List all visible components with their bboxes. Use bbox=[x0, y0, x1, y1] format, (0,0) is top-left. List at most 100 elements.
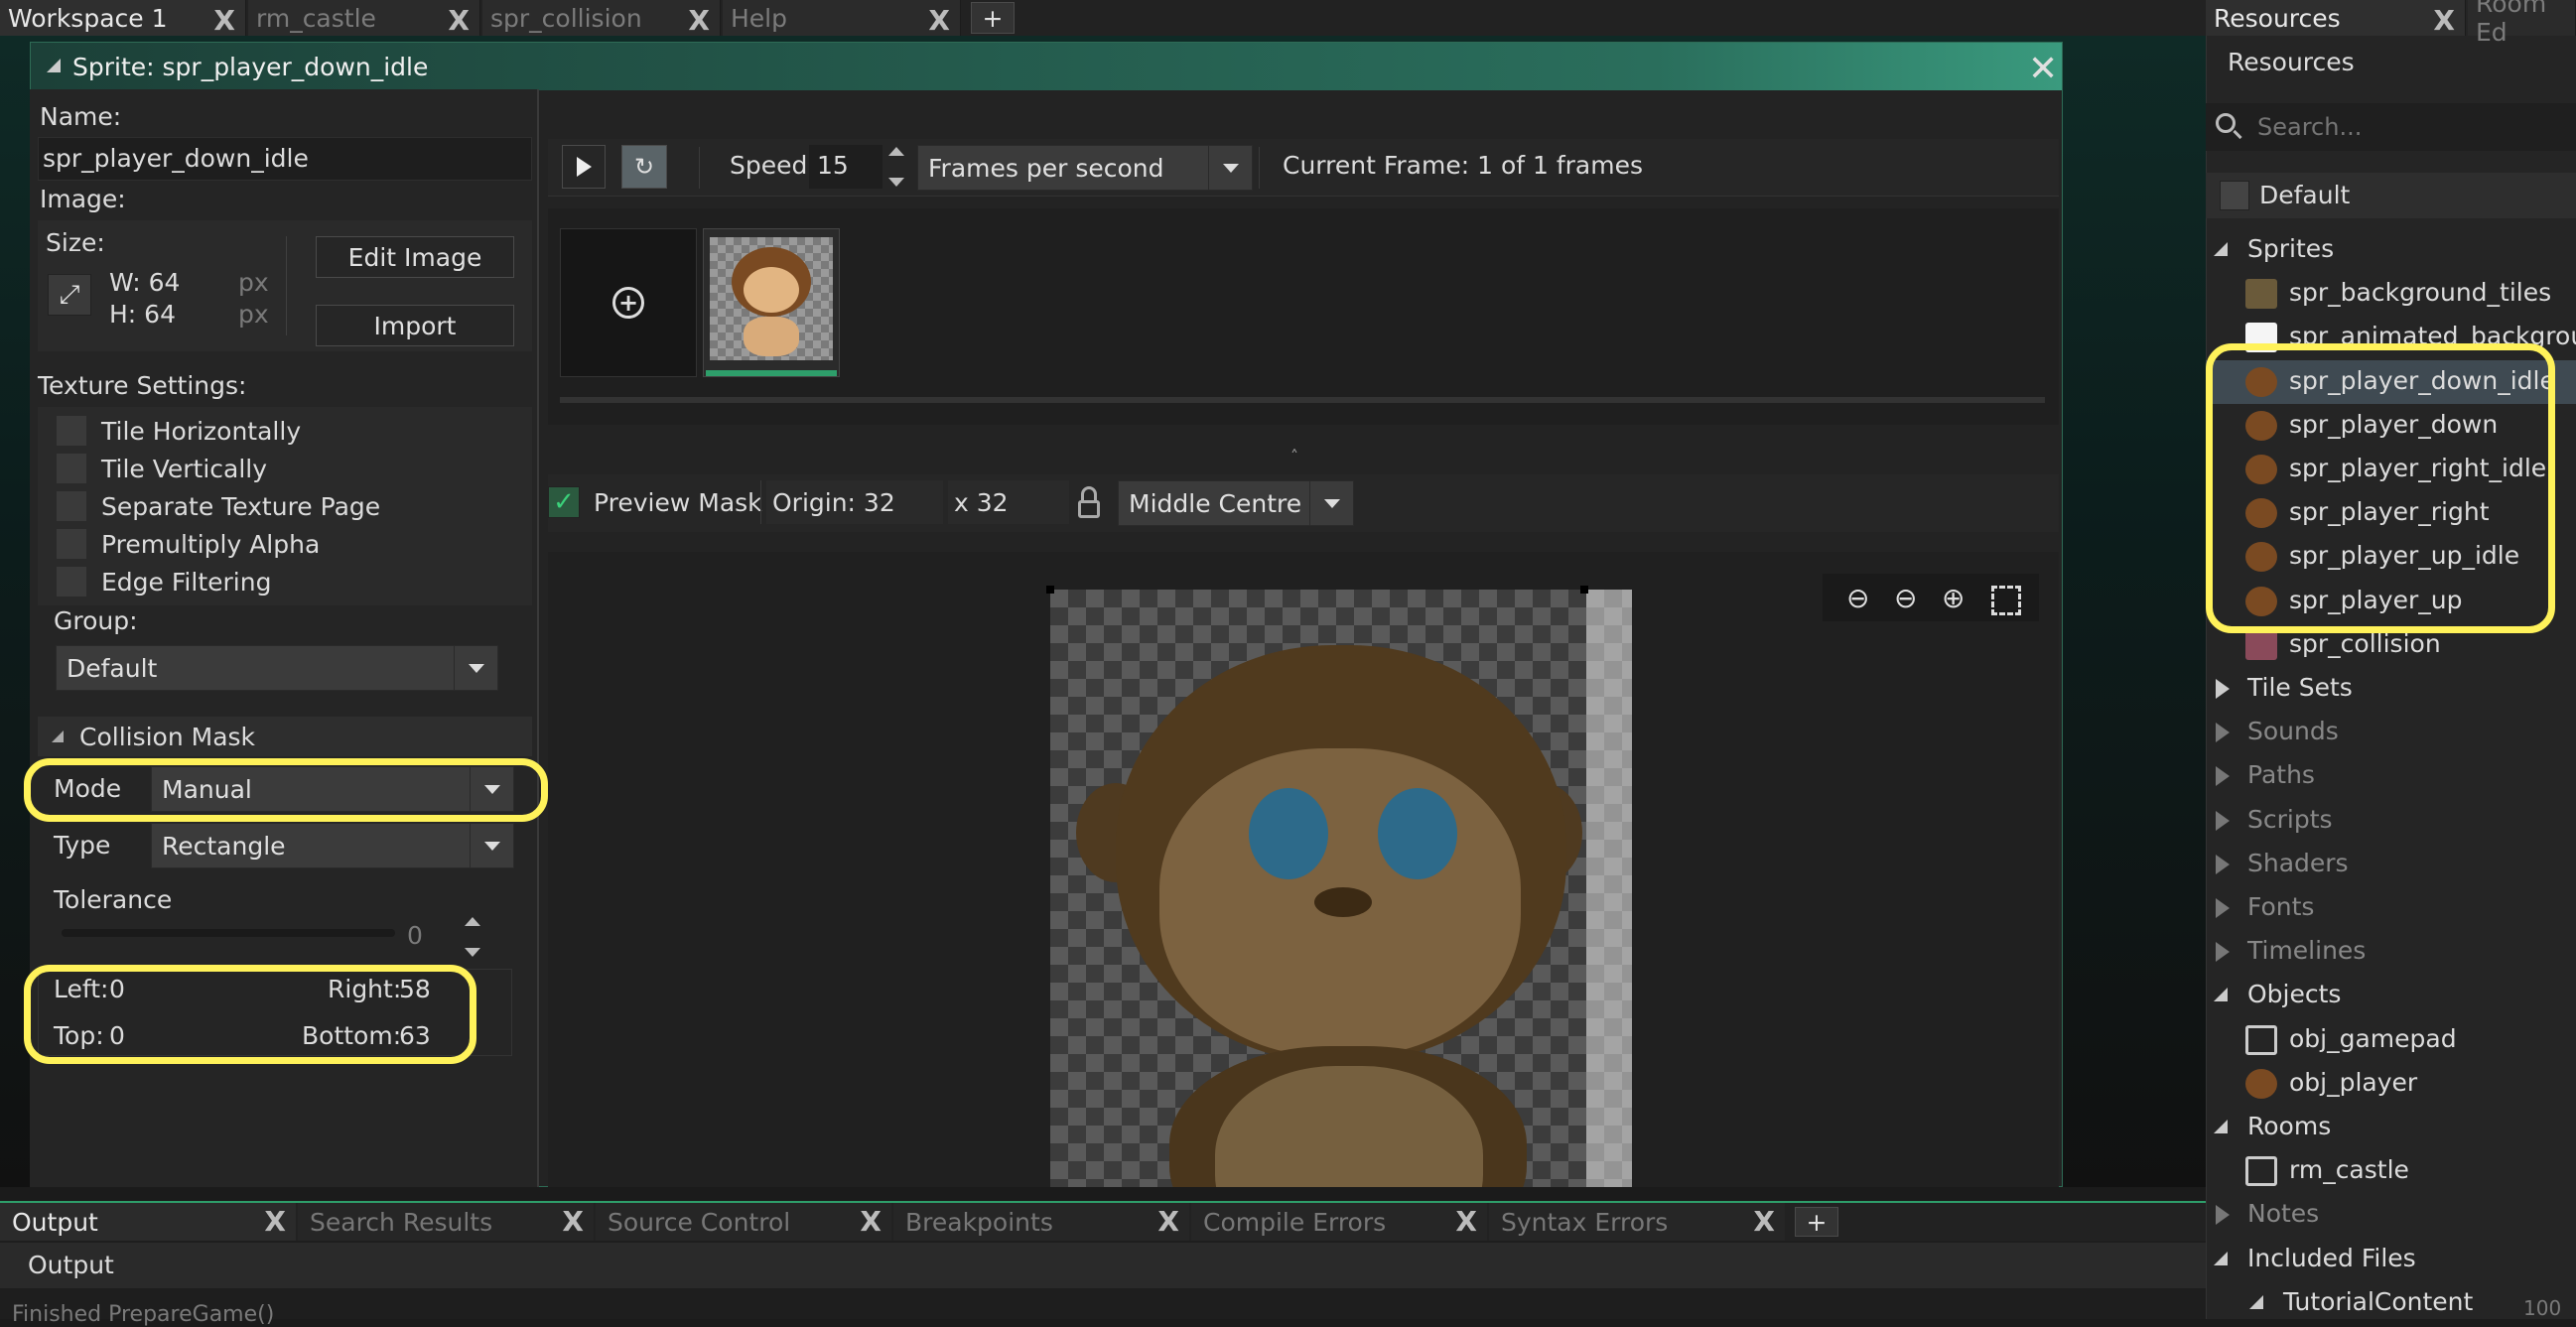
type-dropdown[interactable]: Rectangle bbox=[151, 823, 514, 868]
collapsed-arrow-icon[interactable] bbox=[2216, 679, 2230, 699]
down-arrow-icon[interactable] bbox=[888, 178, 904, 187]
collapsed-arrow-icon[interactable] bbox=[2216, 766, 2230, 787]
collapsed-arrow-icon[interactable] bbox=[2216, 723, 2230, 743]
tab-room-editor[interactable]: Room Ed bbox=[2468, 0, 2576, 47]
tolerance-slider[interactable] bbox=[62, 929, 395, 937]
speed-input[interactable]: 15 bbox=[809, 145, 882, 189]
collapsed-arrow-icon[interactable] bbox=[2216, 810, 2230, 831]
close-window-icon[interactable]: ✕ bbox=[2028, 49, 2058, 89]
import-button[interactable]: Import bbox=[316, 305, 514, 346]
premultiply-alpha-checkbox[interactable] bbox=[56, 528, 87, 560]
origin-preset-dropdown[interactable]: Middle Centre bbox=[1118, 480, 1354, 526]
close-icon[interactable]: X bbox=[213, 4, 235, 37]
output-tab[interactable]: Source Control X bbox=[596, 1203, 891, 1241]
close-icon[interactable]: X bbox=[1753, 1205, 1775, 1238]
add-output-tab-button[interactable]: + bbox=[1795, 1207, 1838, 1237]
filter-value: Default bbox=[2259, 181, 2351, 209]
close-icon[interactable]: X bbox=[2433, 4, 2455, 37]
tree-row[interactable]: TutorialContent bbox=[2206, 1281, 2576, 1319]
tolerance-value[interactable]: 0 bbox=[407, 921, 423, 950]
separate-texture-page-checkbox[interactable] bbox=[56, 490, 87, 522]
tree-row[interactable]: Fonts bbox=[2206, 886, 2576, 930]
tree-row[interactable]: Shaders bbox=[2206, 843, 2576, 886]
sprite-canvas[interactable]: ⊖ ⊖ ⊕ bbox=[548, 552, 2059, 1187]
expanded-arrow-icon[interactable] bbox=[2214, 1251, 2228, 1265]
filter-row[interactable]: Default bbox=[2206, 173, 2576, 218]
frame-thumbnail[interactable] bbox=[703, 228, 840, 377]
tree-row[interactable]: Included Files bbox=[2206, 1238, 2576, 1281]
down-arrow-icon[interactable] bbox=[465, 948, 480, 957]
edge-filtering-checkbox[interactable] bbox=[56, 566, 87, 597]
tab-spr-collision[interactable]: spr_collision X bbox=[482, 0, 721, 37]
play-button[interactable] bbox=[562, 145, 606, 189]
close-icon[interactable]: X bbox=[562, 1205, 584, 1238]
tree-row[interactable]: spr_background_tiles bbox=[2206, 272, 2576, 316]
group-dropdown[interactable]: Default bbox=[56, 645, 498, 691]
output-tab[interactable]: Search Results X bbox=[298, 1203, 594, 1241]
close-icon[interactable]: X bbox=[264, 1205, 286, 1238]
zoom-in-icon[interactable]: ⊕ bbox=[1942, 582, 1965, 614]
tolerance-stepper[interactable] bbox=[461, 917, 484, 957]
tree-row[interactable]: Notes bbox=[2206, 1193, 2576, 1237]
expanded-arrow-icon[interactable] bbox=[2249, 1294, 2263, 1309]
preview-mask-checkbox[interactable]: ✓ bbox=[548, 486, 580, 518]
expanded-arrow-icon[interactable] bbox=[2214, 1120, 2228, 1133]
tile-vertically-checkbox[interactable] bbox=[56, 453, 87, 484]
collapsed-arrow-icon[interactable] bbox=[2216, 1205, 2230, 1226]
collision-mask-header[interactable]: Collision Mask bbox=[38, 717, 532, 756]
tree-row[interactable]: obj_gamepad bbox=[2206, 1018, 2576, 1062]
tree-row[interactable]: rm_castle bbox=[2206, 1149, 2576, 1193]
edit-image-button[interactable]: Edit Image bbox=[316, 236, 514, 278]
resize-icon[interactable]: ⤢ bbox=[48, 274, 91, 316]
speed-unit-dropdown[interactable]: Frames per second bbox=[917, 145, 1253, 191]
close-icon[interactable]: X bbox=[928, 4, 950, 37]
tree-row[interactable]: Timelines bbox=[2206, 930, 2576, 974]
zoom-out-icon[interactable]: ⊖ bbox=[1894, 582, 1917, 614]
search-input[interactable] bbox=[2257, 109, 2565, 145]
collapsed-arrow-icon[interactable] bbox=[2216, 942, 2230, 963]
output-tab[interactable]: Compile Errors X bbox=[1191, 1203, 1487, 1241]
close-icon[interactable]: X bbox=[448, 4, 470, 37]
expanded-arrow-icon[interactable] bbox=[2214, 242, 2228, 256]
lock-icon[interactable] bbox=[1076, 486, 1102, 518]
loop-button[interactable]: ↻ bbox=[621, 145, 667, 189]
tree-row[interactable]: Tile Sets bbox=[2206, 667, 2576, 711]
close-icon[interactable]: X bbox=[688, 4, 710, 37]
collapsed-arrow-icon[interactable] bbox=[2216, 854, 2230, 874]
close-icon[interactable]: X bbox=[860, 1205, 881, 1238]
close-icon[interactable]: X bbox=[1157, 1205, 1179, 1238]
fit-screen-icon[interactable] bbox=[1991, 586, 2021, 615]
output-tab[interactable]: Syntax Errors X bbox=[1489, 1203, 1785, 1241]
name-field[interactable]: spr_player_down_idle bbox=[38, 137, 532, 181]
tile-horizontally-checkbox[interactable] bbox=[56, 415, 87, 447]
tab-rm-castle[interactable]: rm_castle X bbox=[248, 0, 480, 37]
splitter-handle-icon[interactable]: ˄ bbox=[1290, 447, 1298, 465]
tree-row[interactable]: Rooms bbox=[2206, 1106, 2576, 1149]
add-tab-button[interactable]: + bbox=[971, 2, 1015, 34]
up-arrow-icon[interactable] bbox=[888, 147, 904, 156]
tree-row[interactable]: Sprites bbox=[2206, 228, 2576, 272]
tree-row[interactable]: Scripts bbox=[2206, 799, 2576, 843]
tree-row[interactable]: Paths bbox=[2206, 754, 2576, 798]
origin-y-input[interactable]: x 32 bbox=[948, 480, 1069, 524]
sprite-window-titlebar[interactable]: Sprite: spr_player_down_idle ✕ bbox=[31, 43, 2062, 90]
output-tab[interactable]: Breakpoints X bbox=[893, 1203, 1189, 1241]
tree-row[interactable]: Objects bbox=[2206, 974, 2576, 1017]
mask-handle[interactable] bbox=[1046, 586, 1054, 594]
add-frame-button[interactable]: + bbox=[560, 228, 697, 377]
close-icon[interactable]: X bbox=[1455, 1205, 1477, 1238]
up-arrow-icon[interactable] bbox=[465, 917, 480, 926]
tab-workspace-1[interactable]: Workspace 1 X bbox=[0, 0, 246, 37]
tab-help[interactable]: Help X bbox=[723, 0, 961, 37]
collapse-icon[interactable] bbox=[47, 59, 61, 72]
output-tab[interactable]: Output X bbox=[0, 1203, 296, 1241]
collapsed-arrow-icon[interactable] bbox=[2216, 898, 2230, 918]
origin-x-input[interactable]: Origin: 32 bbox=[766, 480, 943, 524]
tree-row[interactable]: obj_player bbox=[2206, 1062, 2576, 1106]
mask-handle[interactable] bbox=[1580, 586, 1588, 594]
zoom-reset-icon[interactable]: ⊖ bbox=[1846, 582, 1869, 614]
tree-row[interactable]: Sounds bbox=[2206, 711, 2576, 754]
expanded-arrow-icon[interactable] bbox=[2214, 988, 2228, 1002]
speed-stepper[interactable] bbox=[885, 147, 907, 187]
tab-resources[interactable]: Resources X bbox=[2206, 0, 2466, 37]
